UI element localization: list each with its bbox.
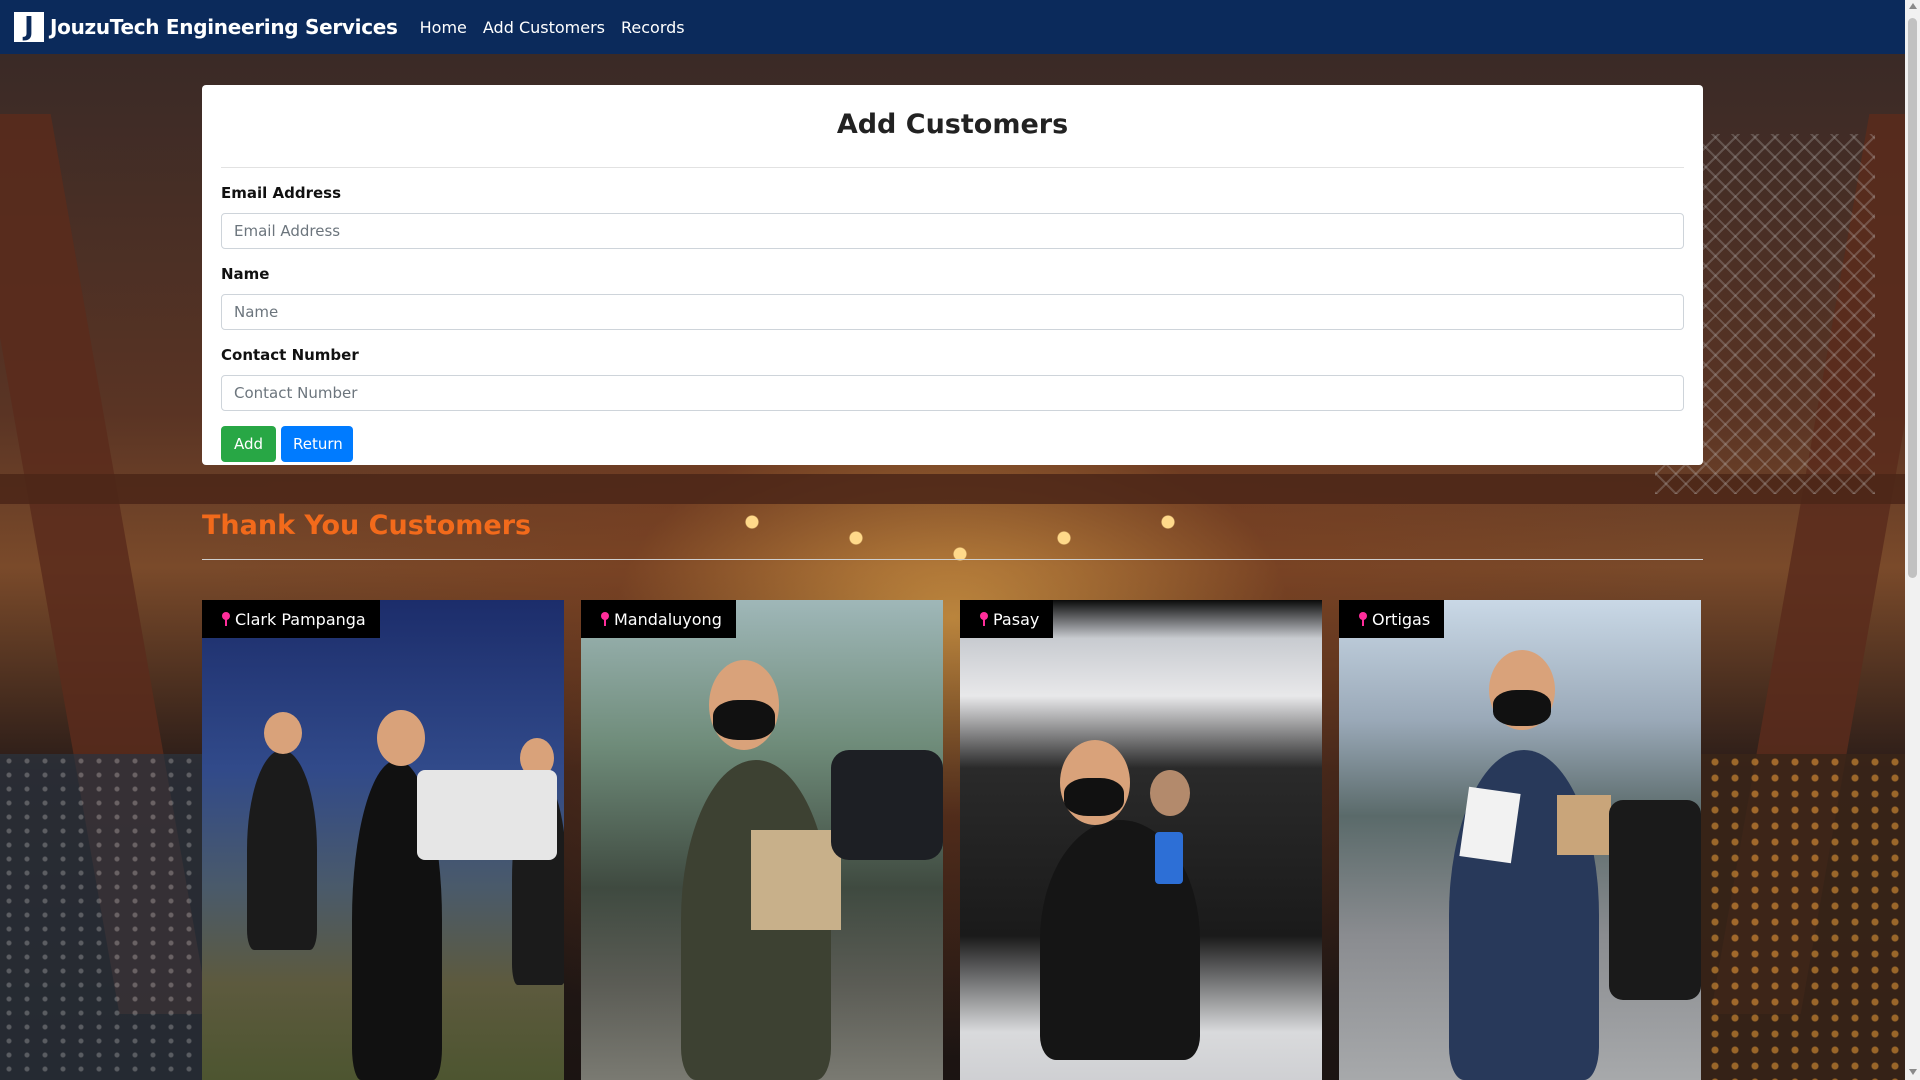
photo-location-tag: Mandaluyong [581,600,736,638]
scroll-thumb[interactable] [1908,18,1917,578]
customer-photo-image [960,600,1322,1080]
title-divider [221,167,1684,168]
form-actions: Add Return [221,426,1684,462]
customer-photo-gallery: Clark Pampanga Mandaluyong Pasay Ortigas [202,600,1703,1080]
brand-name: JouzuTech Engineering Services [50,15,398,39]
photo-location-label: Clark Pampanga [235,609,366,629]
nav-add-customers-link[interactable]: Add Customers [483,18,605,37]
contact-number-input[interactable] [221,375,1684,411]
form-title: Add Customers [836,109,1069,140]
customer-photo: Mandaluyong [581,600,943,1080]
page-scrollbar[interactable] [1905,0,1920,1080]
location-pin-icon [1359,612,1367,626]
customer-photo: Ortigas [1339,600,1701,1080]
nav-records-link[interactable]: Records [621,18,685,37]
customer-photo-image [581,600,943,1080]
navbar: J JouzuTech Engineering Services Home Ad… [0,0,1905,54]
thanks-title: Thank You Customers [202,510,532,541]
add-button[interactable]: Add [221,426,276,462]
email-label: Email Address [221,184,342,202]
customer-photo: Clark Pampanga [202,600,564,1080]
brand-logo-icon: J [14,12,44,42]
photo-location-tag: Pasay [960,600,1054,638]
customer-photo-image [202,600,564,1080]
nav-home-link[interactable]: Home [420,18,467,37]
photo-location-tag: Ortigas [1339,600,1445,638]
scroll-up-icon[interactable] [1909,3,1917,9]
photo-location-label: Pasay [993,609,1040,629]
name-input[interactable] [221,294,1684,330]
name-label: Name [221,265,270,283]
photo-location-tag: Clark Pampanga [202,600,380,638]
email-input[interactable] [221,213,1684,249]
return-button[interactable]: Return [281,426,353,462]
photo-location-label: Ortigas [1372,609,1431,629]
brand-link[interactable]: J JouzuTech Engineering Services [14,12,398,42]
location-pin-icon [222,612,230,626]
add-customer-card: Add Customers Email Address Name Contact… [202,85,1703,465]
contact-number-label: Contact Number [221,346,359,364]
photo-location-label: Mandaluyong [614,609,722,629]
customer-photo-image [1339,600,1701,1080]
scroll-down-icon[interactable] [1909,1069,1917,1075]
location-pin-icon [601,612,609,626]
customer-photo: Pasay [960,600,1322,1080]
location-pin-icon [980,612,988,626]
thanks-divider [202,559,1703,560]
